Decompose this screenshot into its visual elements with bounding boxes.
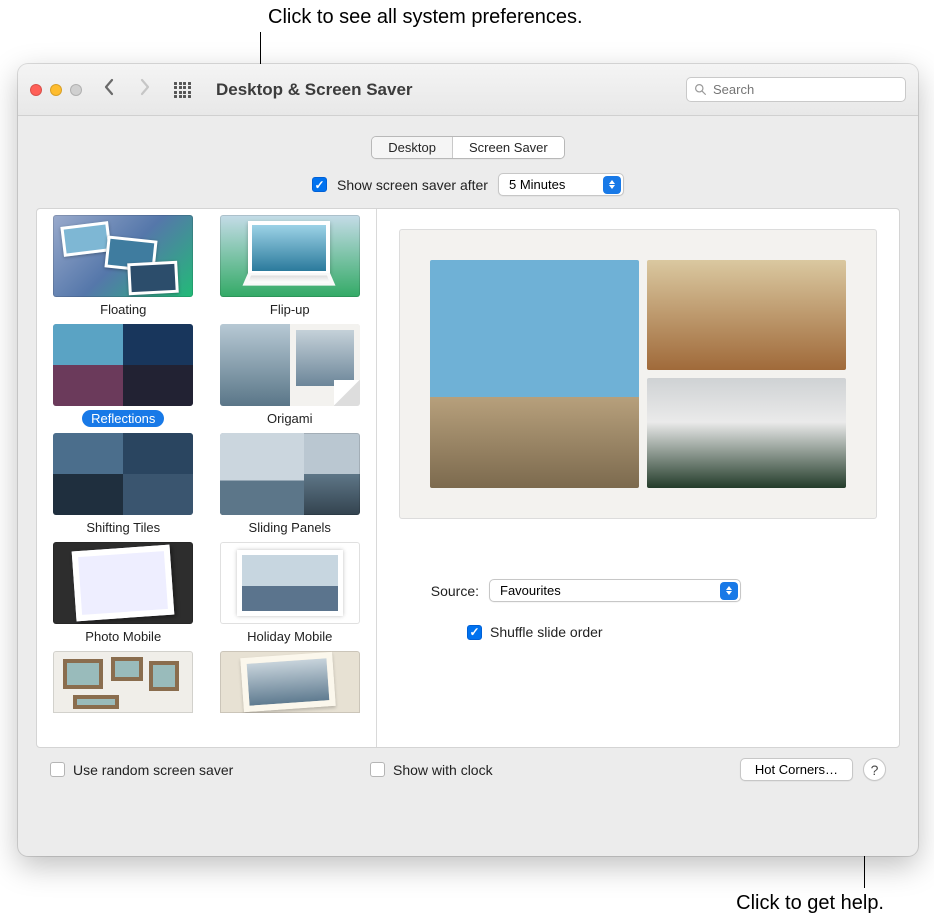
tab-desktop[interactable]: Desktop — [372, 137, 453, 158]
search-input[interactable] — [713, 82, 898, 97]
thumbnail — [220, 651, 360, 713]
shuffle-label: Shuffle slide order — [490, 624, 603, 640]
gallery-label: Reflections — [82, 410, 164, 427]
preferences-window: Desktop & Screen Saver Desktop Screen Sa… — [18, 64, 918, 856]
gallery-item-flipup[interactable]: Flip-up — [216, 215, 365, 318]
gallery-item-shifting-tiles[interactable]: Shifting Tiles — [49, 433, 198, 536]
back-button[interactable] — [100, 78, 118, 102]
gallery-item-photo-mobile[interactable]: Photo Mobile — [49, 542, 198, 645]
tab-segmented-control[interactable]: Desktop Screen Saver — [371, 136, 564, 159]
zoom-window-button — [70, 84, 82, 96]
source-popup[interactable]: Favourites — [489, 579, 741, 602]
forward-button — [136, 78, 154, 102]
gallery-item-sliding-panels[interactable]: Sliding Panels — [216, 433, 365, 536]
annotation-top: Click to see all system preferences. — [268, 6, 583, 29]
screensaver-gallery[interactable]: Floating Flip-up Reflections — [37, 209, 377, 747]
minimize-window-button[interactable] — [50, 84, 62, 96]
tab-screen-saver[interactable]: Screen Saver — [453, 137, 564, 158]
window-title: Desktop & Screen Saver — [216, 80, 686, 100]
search-field[interactable] — [686, 77, 906, 102]
gallery-label: Shifting Tiles — [77, 519, 169, 536]
random-label: Use random screen saver — [73, 762, 233, 778]
gallery-item-vintage-prints[interactable]: Vintage Prints — [216, 651, 365, 734]
hot-corners-button[interactable]: Hot Corners… — [740, 758, 853, 781]
gallery-label: Sliding Panels — [240, 519, 340, 536]
source-label: Source: — [399, 583, 479, 599]
show-clock-label: Show with clock — [393, 762, 493, 778]
gallery-label: Flip-up — [261, 301, 319, 318]
search-icon — [694, 83, 707, 96]
popup-arrows-icon — [603, 176, 621, 194]
random-checkbox[interactable] — [50, 762, 65, 777]
thumbnail — [220, 433, 360, 515]
gallery-item-origami[interactable]: Origami — [216, 324, 365, 427]
show-after-label: Show screen saver after — [337, 177, 488, 193]
gallery-item-photo-wall[interactable]: Photo Wall — [49, 651, 198, 734]
show-after-popup[interactable]: 5 Minutes — [498, 173, 624, 196]
preview-tile — [647, 378, 846, 488]
preview-tile — [430, 260, 639, 488]
grid-icon — [174, 82, 190, 98]
thumbnail — [220, 542, 360, 624]
thumbnail — [53, 324, 193, 406]
annotation-bottom: Click to get help. — [736, 892, 884, 915]
show-all-button[interactable] — [168, 76, 196, 104]
gallery-label: Holiday Mobile — [238, 628, 341, 645]
gallery-item-reflections[interactable]: Reflections — [49, 324, 198, 427]
help-button[interactable]: ? — [863, 758, 886, 781]
nav-arrows — [100, 78, 154, 102]
thumbnail — [220, 215, 360, 297]
titlebar: Desktop & Screen Saver — [18, 64, 918, 116]
thumbnail — [53, 215, 193, 297]
window-controls — [30, 84, 82, 96]
source-value: Favourites — [500, 583, 561, 598]
thumbnail — [53, 542, 193, 624]
thumbnail — [53, 651, 193, 713]
thumbnail — [53, 433, 193, 515]
gallery-label: Floating — [91, 301, 155, 318]
shuffle-checkbox[interactable] — [467, 625, 482, 640]
gallery-label: Photo Mobile — [76, 628, 170, 645]
gallery-item-floating[interactable]: Floating — [49, 215, 198, 318]
gallery-label: Origami — [258, 410, 322, 427]
show-after-checkbox[interactable] — [312, 177, 327, 192]
close-window-button[interactable] — [30, 84, 42, 96]
gallery-item-holiday-mobile[interactable]: Holiday Mobile — [216, 542, 365, 645]
show-after-value: 5 Minutes — [509, 177, 565, 192]
thumbnail — [220, 324, 360, 406]
screensaver-preview — [399, 229, 877, 519]
show-clock-checkbox[interactable] — [370, 762, 385, 777]
preview-tile — [647, 260, 846, 370]
popup-arrows-icon — [720, 582, 738, 600]
